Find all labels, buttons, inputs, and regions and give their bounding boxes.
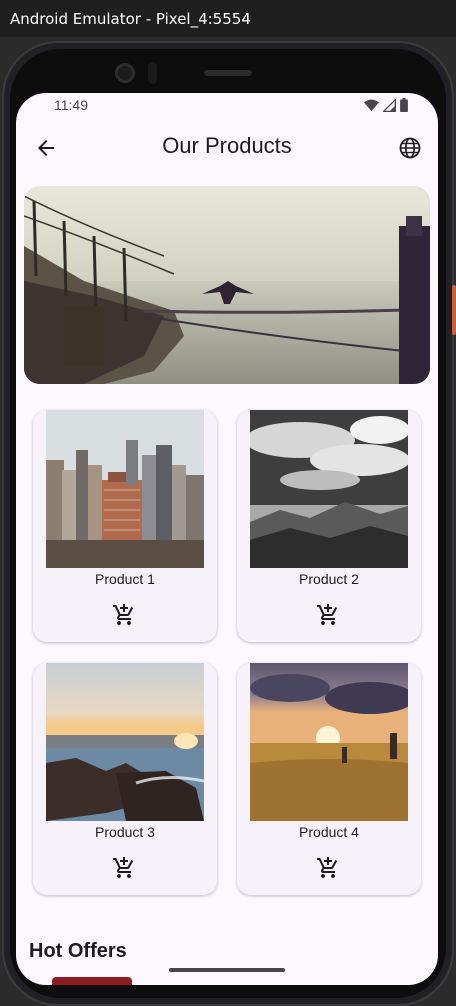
app-screen: 11:49 Our Products Product 1 Product 2 P… <box>16 93 438 985</box>
product-card-3[interactable]: Product 3 <box>33 663 217 895</box>
status-icons <box>364 98 408 112</box>
product-1-name: Product 1 <box>95 571 155 587</box>
hero-banner-image <box>24 186 430 384</box>
add-to-cart-icon[interactable] <box>316 856 340 880</box>
page-title: Our Products <box>162 133 292 158</box>
front-camera <box>115 63 135 83</box>
product-1-image <box>46 410 204 568</box>
mountain-clouds-photo <box>250 410 408 568</box>
app-bar: Our Products <box>16 123 438 173</box>
hot-offers-heading: Hot Offers <box>29 940 127 962</box>
pier-seascape-illustration <box>24 186 430 384</box>
emulator-window-title: Android Emulator - Pixel_4:5554 <box>0 0 456 37</box>
product-3-name: Product 3 <box>95 824 155 840</box>
product-2-image <box>250 410 408 568</box>
add-to-cart-icon[interactable] <box>316 603 340 627</box>
add-to-cart-icon[interactable] <box>112 603 136 627</box>
hot-offer-thumbnail[interactable] <box>52 977 132 985</box>
product-2-name: Product 2 <box>299 571 359 587</box>
rocky-coast-sunset-photo <box>46 663 204 821</box>
status-bar: 11:49 <box>16 93 438 119</box>
language-globe-icon[interactable] <box>398 136 422 160</box>
field-sunset-photo <box>250 663 408 821</box>
product-card-4[interactable]: Product 4 <box>237 663 421 895</box>
battery-icon <box>400 98 408 112</box>
city-skyline-photo <box>46 410 204 568</box>
product-4-name: Product 4 <box>299 824 359 840</box>
product-card-1[interactable]: Product 1 <box>33 410 217 642</box>
proximity-sensor <box>148 62 157 84</box>
gesture-home-indicator[interactable] <box>169 968 285 972</box>
earpiece-speaker <box>204 70 252 76</box>
product-3-image <box>46 663 204 821</box>
product-card-2[interactable]: Product 2 <box>237 410 421 642</box>
wifi-icon <box>364 99 379 111</box>
add-to-cart-icon[interactable] <box>112 856 136 880</box>
power-button[interactable] <box>452 285 456 335</box>
product-4-image <box>250 663 408 821</box>
status-time: 11:49 <box>54 97 88 113</box>
cell-signal-icon <box>383 98 396 112</box>
